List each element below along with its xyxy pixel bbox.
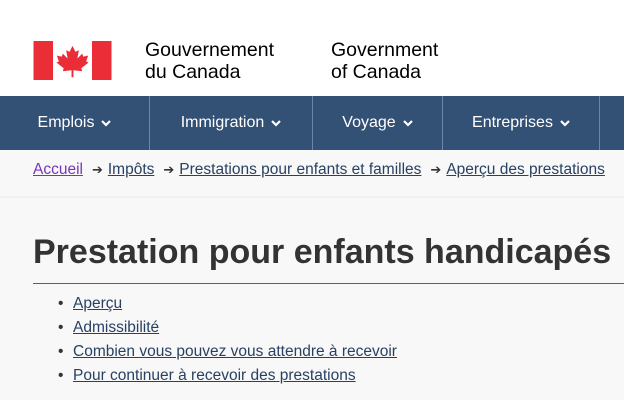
menu-item-label: Entreprises (472, 114, 553, 131)
divider (0, 196, 624, 198)
toc-item: Aperçu (58, 292, 397, 316)
wordmark-english[interactable]: Government of Canada (331, 39, 438, 83)
menu-item-label: Voyage (342, 114, 396, 131)
chevron-down-icon (101, 120, 112, 127)
menu-item-label: Immigration (180, 114, 265, 131)
toc-item: Combien vous pouvez vous attendre à rece… (58, 340, 397, 364)
wordmark-en-line2: of Canada (331, 61, 421, 83)
wordmark-fr-line2: du Canada (145, 61, 241, 83)
breadcrumb-link-prestations[interactable]: Prestations pour enfants et familles (179, 161, 421, 178)
page-toc: Aperçu Admissibilité Combien vous pouvez… (58, 292, 397, 388)
toc-link-continuer[interactable]: Pour continuer à recevoir des prestation… (73, 367, 356, 384)
wordmark-fr-line1: Gouvernement (145, 39, 274, 61)
chevron-down-icon (271, 120, 282, 127)
chevron-down-icon (560, 120, 570, 127)
toc-item: Admissibilité (58, 316, 397, 340)
breadcrumb-link-impots[interactable]: Impôts (108, 161, 155, 178)
menu-item-label: Emplois (37, 114, 95, 131)
title-underline (33, 283, 624, 284)
menu-item-immigration[interactable]: Immigration (150, 96, 313, 150)
breadcrumb-link-apercu[interactable]: Aperçu des prestations (446, 161, 605, 178)
site-header: Gouvernement du Canada Government of Can… (0, 0, 624, 96)
menu-item-emplois[interactable]: Emplois (0, 96, 150, 150)
toc-item: Pour continuer à recevoir des prestation… (58, 364, 397, 388)
wordmark-en-line1: Government (331, 39, 439, 61)
menu-item-voyage[interactable]: Voyage (313, 96, 443, 150)
chevron-down-icon (402, 120, 413, 127)
arrow-right-icon: ➔ (91, 162, 103, 177)
main-menu: Emplois Immigration Voyage Entreprises (0, 96, 624, 150)
arrow-right-icon: ➔ (430, 162, 442, 177)
breadcrumb: Accueil ➔ Impôts ➔ Prestations pour enfants … (33, 161, 605, 179)
canada-flag-icon[interactable] (33, 41, 112, 80)
toc-link-combien[interactable]: Combien vous pouvez vous attendre à rece… (73, 343, 397, 360)
arrow-right-icon: ➔ (163, 162, 175, 177)
toc-link-admissibilite[interactable]: Admissibilité (73, 319, 159, 336)
wordmark-french[interactable]: Gouvernement du Canada (145, 39, 274, 83)
toc-link-apercu[interactable]: Aperçu (73, 295, 122, 312)
page-title: Prestation pour enfants handicapés (33, 233, 612, 271)
menu-item-overflow[interactable] (600, 96, 624, 150)
menu-item-entreprises[interactable]: Entreprises (443, 96, 600, 150)
breadcrumb-link-accueil[interactable]: Accueil (33, 161, 83, 178)
